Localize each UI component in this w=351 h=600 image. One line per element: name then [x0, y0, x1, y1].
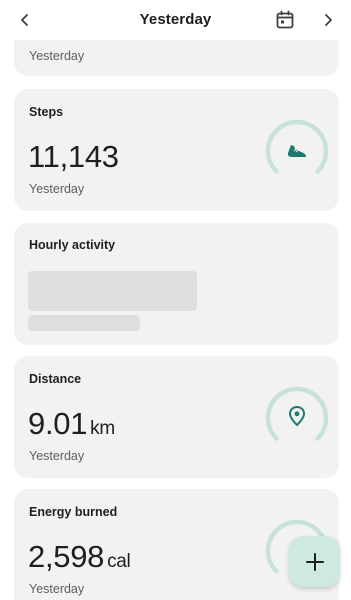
steps-value: 11,143	[28, 139, 119, 174]
energy-label: Energy burned	[29, 505, 118, 519]
energy-sub: Yesterday	[29, 582, 85, 596]
distance-value: 9.01 km	[28, 406, 115, 442]
energy-unit: cal	[107, 551, 131, 572]
distance-number: 9.01	[28, 406, 88, 441]
top-app-bar: Yesterday	[0, 0, 351, 40]
distance-unit: km	[90, 418, 115, 439]
add-entry-button[interactable]	[289, 536, 340, 587]
distance-sub: Yesterday	[29, 449, 85, 463]
partial-card-sub: Yesterday	[29, 49, 85, 63]
calendar-button[interactable]	[273, 8, 297, 32]
energy-number: 2,598	[28, 539, 105, 574]
steps-card[interactable]: Steps 11,143 Yesterday	[14, 89, 339, 211]
next-day-button[interactable]	[316, 8, 340, 32]
shoe-icon	[288, 145, 306, 157]
location-pin-icon	[288, 405, 306, 427]
distance-card[interactable]: Distance 9.01 km Yesterday	[14, 356, 339, 478]
energy-value: 2,598 cal	[28, 539, 131, 575]
chevron-right-icon	[325, 14, 332, 26]
page-title: Yesterday	[139, 11, 212, 28]
plus-icon	[305, 552, 324, 571]
hourly-activity-card[interactable]: Hourly activity	[14, 223, 339, 345]
loading-placeholder-small	[28, 315, 140, 331]
steps-label: Steps	[29, 105, 64, 119]
steps-progress-ring	[265, 119, 329, 174]
loading-placeholder-large	[28, 271, 197, 311]
distance-progress-ring	[265, 386, 329, 441]
steps-sub: Yesterday	[29, 182, 85, 196]
hourly-activity-label: Hourly activity	[29, 238, 116, 252]
calendar-icon	[276, 10, 294, 29]
distance-label: Distance	[29, 372, 82, 386]
